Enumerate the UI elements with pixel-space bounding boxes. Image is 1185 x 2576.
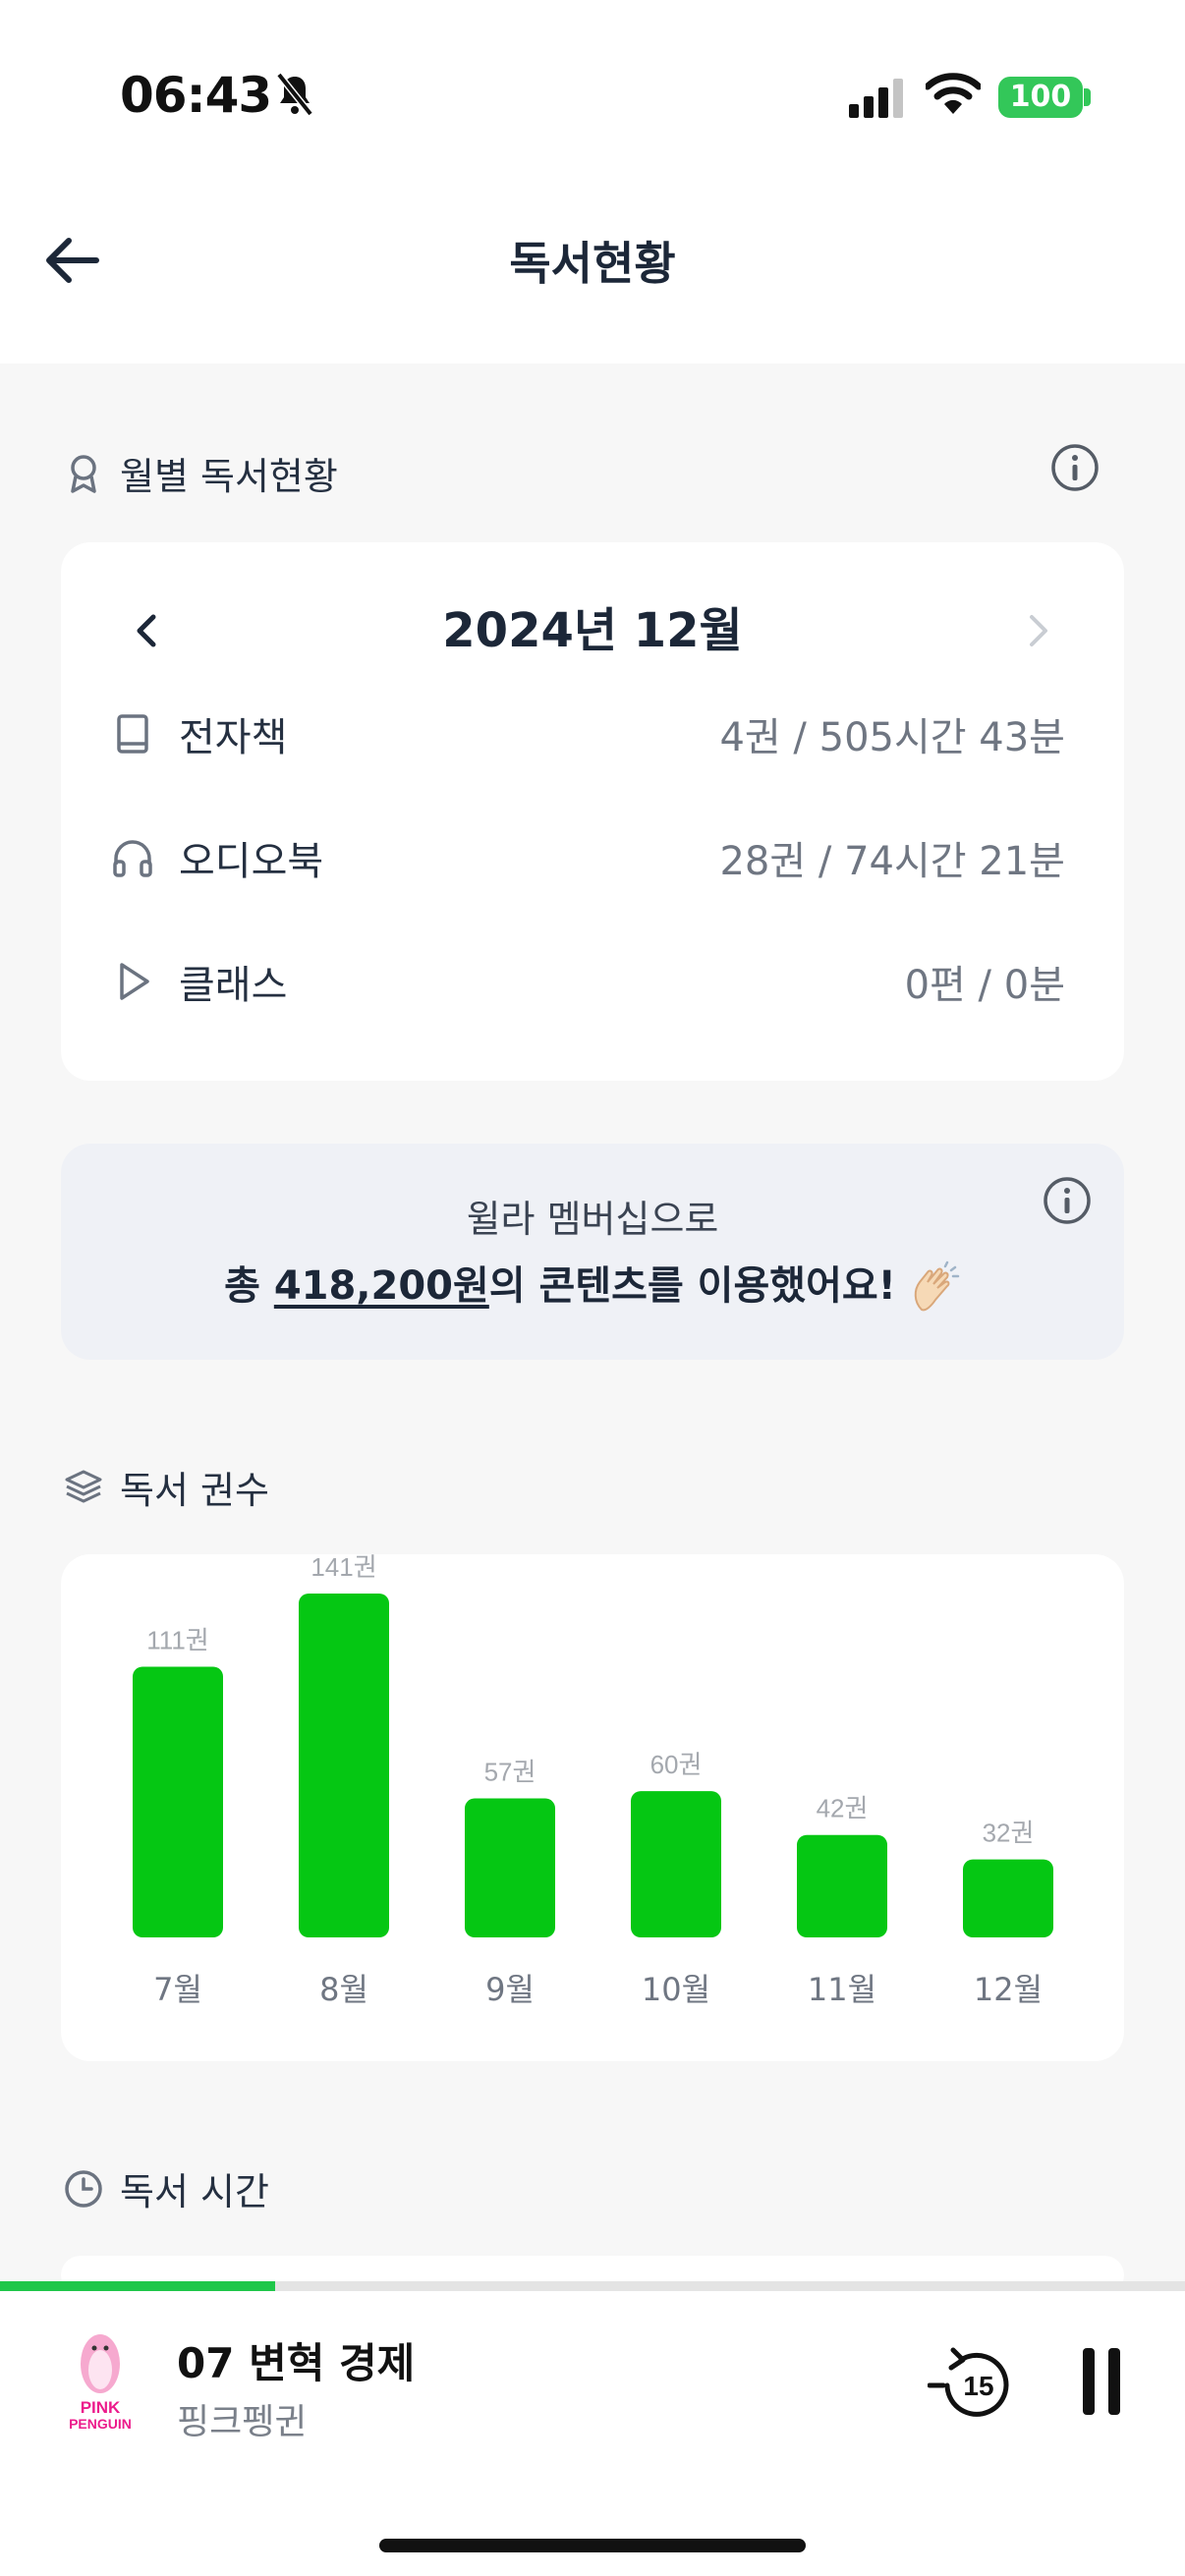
bar-category-label: 7월 bbox=[153, 1971, 202, 2008]
bar-category-label: 12월 bbox=[974, 1971, 1043, 2008]
bar-category-label: 8월 bbox=[319, 1971, 368, 2008]
stat-label: 클래스 bbox=[179, 963, 288, 1008]
banner-line1: 윌라 멤버십으로 bbox=[466, 1198, 719, 1241]
bar-value-label: 42권 bbox=[817, 1794, 869, 1823]
battery-tip bbox=[1084, 88, 1091, 106]
stat-row-ebook: 전자책 4권 / 505시간 43분 bbox=[110, 700, 1065, 768]
month-navigator: 2024년 12월 bbox=[61, 591, 1124, 670]
stat-value: 28권 / 74시간 21분 bbox=[719, 839, 1065, 884]
reading-status-screen: 06:43 100 독서현황 월별 독서현황 2024년 12월 전자책 4권 … bbox=[0, 0, 1185, 2576]
chevron-right-icon[interactable] bbox=[1014, 607, 1061, 654]
playback-progress-fill bbox=[0, 2281, 275, 2291]
stat-row-class: 클래스 0편 / 0분 bbox=[110, 947, 1065, 1016]
headphones-icon bbox=[113, 840, 152, 877]
time-section-header: 독서 시간 bbox=[63, 2161, 269, 2215]
chart-bar bbox=[133, 1666, 223, 1937]
banner-prefix: 총 bbox=[224, 1263, 274, 1309]
monthly-section-title: 월별 독서현황 bbox=[120, 455, 338, 498]
award-ribbon-icon bbox=[71, 454, 96, 493]
stat-row-audiobook: 오디오북 28권 / 74시간 21분 bbox=[110, 823, 1065, 892]
books-bar-chart: 111권 7월 141권 8월 57권 9월 60권 10월 42권 11월 32권 12월 bbox=[133, 1554, 1053, 2008]
book-icon bbox=[117, 714, 148, 754]
pause-bar bbox=[1108, 2348, 1120, 2415]
bar-category-label: 9월 bbox=[485, 1971, 535, 2008]
header-area: 06:43 100 독서현황 bbox=[0, 0, 1185, 364]
track-title: 07 변혁 경제 bbox=[177, 2339, 416, 2387]
books-chart-card: 111권 7월 141권 8월 57권 9월 60권 10월 42권 11월 32권 12월 bbox=[61, 1554, 1124, 2061]
clapping-hands-icon bbox=[914, 1260, 960, 1312]
rewind-15-icon[interactable]: 15 bbox=[928, 2340, 1018, 2431]
wifi-icon bbox=[926, 73, 981, 114]
time-section-title: 독서 시간 bbox=[120, 2170, 269, 2213]
signal-icon bbox=[849, 79, 903, 118]
bar-category-label: 10월 bbox=[642, 1971, 710, 2008]
chart-bar bbox=[797, 1834, 887, 1937]
playback-progress[interactable] bbox=[0, 2281, 1185, 2291]
silent-bell-icon bbox=[276, 72, 313, 117]
stat-value: 4권 / 505시간 43분 bbox=[719, 715, 1065, 760]
chart-bar bbox=[631, 1791, 721, 1937]
banner-suffix: 의 콘텐츠를 이용했어요! bbox=[488, 1263, 896, 1309]
play-icon bbox=[120, 963, 149, 1000]
bar-value-label: 60권 bbox=[650, 1750, 703, 1779]
cover-text-penguin: PENGUIN bbox=[69, 2416, 132, 2432]
battery-indicator: 100 bbox=[998, 77, 1083, 118]
pause-button[interactable] bbox=[1081, 2348, 1124, 2415]
clock-icon bbox=[65, 2169, 102, 2208]
page-title: 독서현황 bbox=[509, 237, 676, 290]
banner-line2: 총 418,200원의 콘텐츠를 이용했어요! bbox=[61, 1254, 1124, 1316]
bar-value-label: 57권 bbox=[484, 1758, 536, 1787]
status-time: 06:43 bbox=[120, 67, 272, 124]
stat-label: 오디오북 bbox=[179, 839, 324, 884]
pause-bar bbox=[1083, 2348, 1095, 2415]
bar-value-label: 141권 bbox=[310, 1554, 376, 1582]
info-icon[interactable] bbox=[1049, 442, 1100, 493]
bar-value-label: 32권 bbox=[983, 1819, 1035, 1848]
monthly-stats-card: 2024년 12월 전자책 4권 / 505시간 43분 오디오북 28권 / … bbox=[61, 542, 1124, 1081]
membership-banner: 윌라 멤버십으로 총 418,200원의 콘텐츠를 이용했어요! bbox=[61, 1144, 1124, 1360]
bar-category-label: 11월 bbox=[808, 1971, 876, 2008]
banner-info-icon[interactable] bbox=[1042, 1175, 1093, 1226]
books-section-header: 독서 권수 bbox=[63, 1460, 269, 1514]
chart-bar bbox=[299, 1594, 389, 1937]
layers-icon bbox=[65, 1470, 102, 1502]
stat-value: 0편 / 0분 bbox=[904, 963, 1065, 1008]
rewind-seconds: 15 bbox=[963, 2371, 993, 2401]
stat-label: 전자책 bbox=[179, 715, 288, 760]
monthly-section-header: 월별 독서현황 bbox=[63, 446, 338, 500]
mini-player[interactable]: PINK PENGUIN 07 변혁 경제 핑크펭귄 15 bbox=[0, 2291, 1185, 2576]
banner-amount: 418,200원 bbox=[273, 1263, 489, 1309]
books-section-title: 독서 권수 bbox=[120, 1469, 269, 1512]
chart-bar bbox=[963, 1859, 1053, 1937]
home-indicator bbox=[379, 2539, 806, 2552]
track-artist: 핑크펭귄 bbox=[177, 2402, 308, 2442]
album-cover: PINK PENGUIN bbox=[51, 2334, 149, 2433]
cover-text-pink: PINK bbox=[81, 2398, 121, 2417]
bar-value-label: 111권 bbox=[146, 1625, 208, 1654]
chart-bar bbox=[465, 1798, 555, 1937]
month-label: 2024년 12월 bbox=[442, 603, 743, 658]
